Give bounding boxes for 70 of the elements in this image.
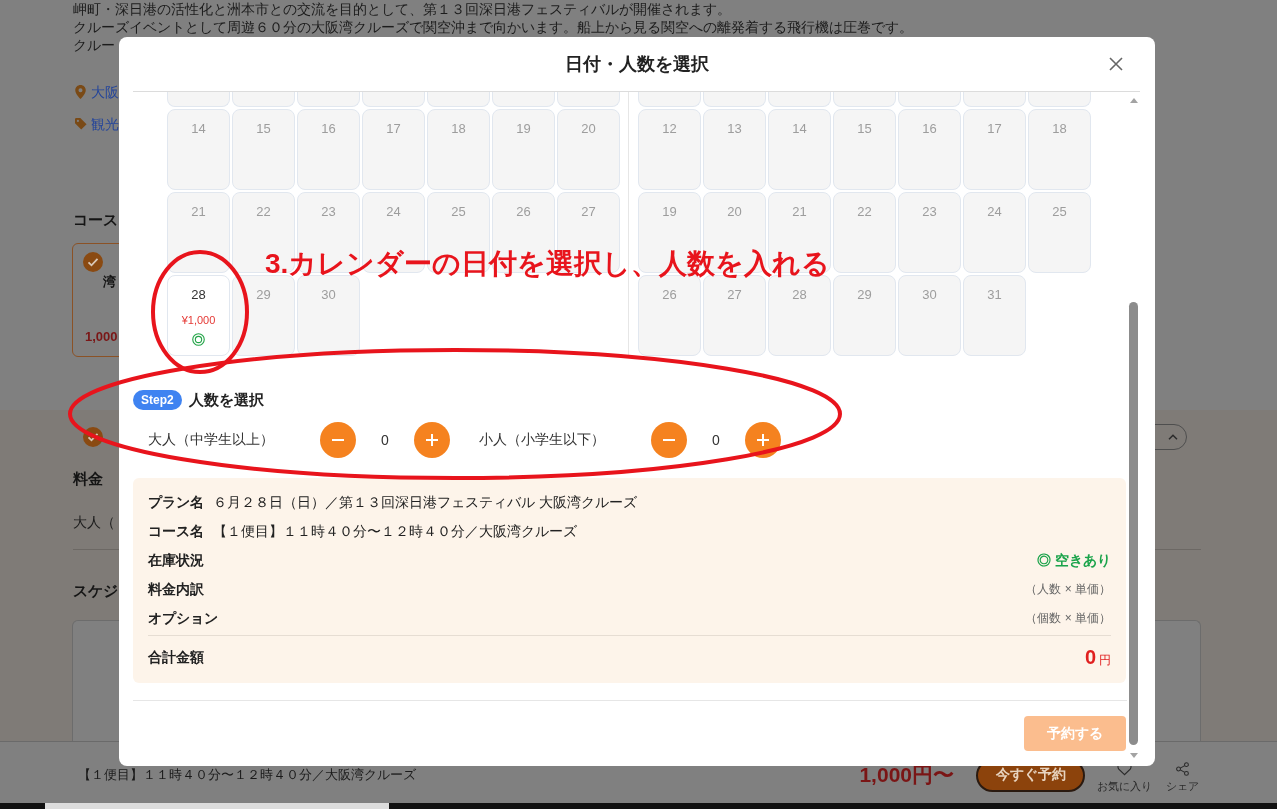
summary-value: ６月２８日（日）／第１３回深日港フェスティバル 大阪湾クルーズ [213,493,637,512]
day-number: 22 [256,203,271,221]
total-amount: 0 [1084,646,1096,669]
day-number: 19 [662,203,677,221]
guest-count: 0 [711,432,721,448]
day-number: 17 [987,120,1002,138]
day-number: 23 [321,203,336,221]
annotation-text: 3.カレンダーの日付を選択し、人数を入れる [265,248,831,280]
intro-text: クルーズイベントとして周遊６０分の大阪湾クルーズで関空沖まで向かいます。船上から見る関空への離発着する飛行機は圧巻です。 [73,18,913,36]
summary-label: 在庫状況 [148,551,204,570]
day-number: 31 [987,286,1002,304]
day-number: 14 [792,120,807,138]
course-name-text: 【１便目】１１時４０分〜１２時４０分／大阪湾クルーズ [78,766,417,784]
day-number: 16 [922,120,937,138]
day-number: 17 [386,120,401,138]
day-number: 29 [857,286,872,304]
course-title-text: 湾 [103,273,116,291]
step-badge: Step2 [133,390,182,410]
day-number: 15 [256,120,271,138]
intro-text: クルー [73,36,116,54]
section-heading: 人数を選択 [188,390,264,410]
guest-count: 0 [380,432,390,448]
day-number: 12 [662,120,677,138]
guest-type-label: 大人（中学生以上） [148,431,275,449]
course-price: 1,000 [85,329,118,345]
day-price: ¥1,000 [181,313,216,327]
day-number: 30 [321,286,336,304]
day-number: 18 [451,120,466,138]
price-text: 1,000円〜 [859,762,954,788]
day-number: 24 [386,203,401,221]
modal-title: 日付・人数を選択 [564,53,709,76]
day-number: 26 [516,203,531,221]
section-heading: コース [73,210,118,230]
day-number: 29 [256,286,271,304]
day-number: 25 [451,203,466,221]
intro-text: 岬町・深日港の活性化と洲本市との交流を目的として、第１３回深日港フェスティバルが開催されます。 [73,0,732,18]
guest-type-label: 小人（小学生以下） [479,431,606,449]
currency-unit: 円 [1099,652,1111,669]
day-number: 20 [727,203,742,221]
section-heading: スケジ [73,581,118,601]
day-number: 19 [516,120,531,138]
summary-value: （人数 × 単価） [1025,581,1111,598]
day-number: 23 [922,203,937,221]
summary-label: 料金内訳 [148,580,204,599]
summary-label: プラン名 [148,493,204,512]
day-number: 26 [662,286,677,304]
summary-label: コース名 [148,522,204,541]
summary-label: 合計金額 [148,648,204,667]
day-number: 24 [987,203,1002,221]
summary-value: （個数 × 単価） [1025,610,1111,627]
day-number: 30 [922,286,937,304]
fee-row-text: 大人（ [73,513,115,532]
day-number: 21 [191,203,206,221]
day-number: 14 [191,120,206,138]
day-number: 22 [857,203,872,221]
day-number: 28 [792,286,807,304]
day-number: 27 [727,286,742,304]
day-number: 20 [581,120,596,138]
summary-label: オプション [148,609,218,628]
summary-value: ◎ 空きあり [1037,551,1111,570]
day-number: 16 [321,120,336,138]
day-number: 13 [727,120,742,138]
day-number: 28 [191,286,206,304]
summary-value: 【１便目】１１時４０分〜１２時４０分／大阪湾クルーズ [213,522,577,541]
day-number: 27 [581,203,596,221]
day-number: 21 [792,203,807,221]
day-number: 18 [1052,120,1067,138]
section-heading: 料金 [73,469,103,489]
day-number: 25 [1052,203,1067,221]
day-number: 15 [857,120,872,138]
